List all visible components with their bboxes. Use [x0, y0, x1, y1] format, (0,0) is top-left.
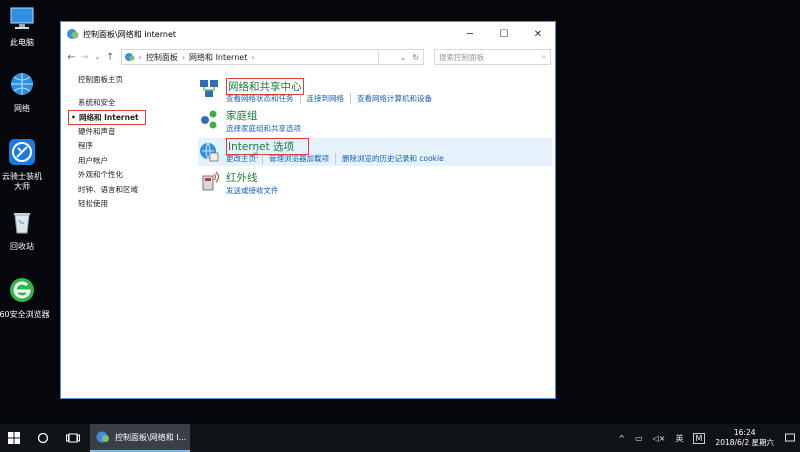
search-placeholder: 搜索控制面板 — [439, 52, 485, 62]
cortana-search-button[interactable] — [28, 424, 58, 452]
desktop-icon-label: 网络 — [14, 104, 30, 113]
clock[interactable]: 16:24 2018/6/2 星期六 — [709, 428, 780, 448]
task-view-button[interactable] — [58, 424, 88, 452]
maximize-button[interactable]: ☐ — [487, 22, 521, 46]
category-links: 选择家庭组和共享选项 — [226, 123, 313, 134]
infrared-icon — [202, 171, 219, 191]
desktop-icon-label: 360安全浏览器 — [0, 310, 50, 319]
address-bar[interactable]: › 控制面板 › 网络和 Internet › — [120, 49, 380, 65]
minimize-button[interactable]: ─ — [453, 22, 487, 46]
search-input[interactable]: 搜索控制面板 ⌕ — [434, 49, 551, 65]
link-view-network-computers[interactable]: 查看网络计算机和设备 — [357, 93, 438, 104]
close-button[interactable]: ✕ — [521, 22, 555, 46]
breadcrumb-network-internet[interactable]: 网络和 Internet — [189, 52, 247, 63]
breadcrumb-separator-icon: › — [251, 52, 255, 62]
sidebar-item-user-accounts[interactable]: 用户帐户 — [78, 154, 188, 169]
yunqishi-icon — [9, 139, 35, 165]
taskbar: 控制面板\网络和 I... ^ ▭ ◁× 英 M 16:24 2018/6/2 … — [0, 424, 800, 452]
window-title: 控制面板\网络和 Internet — [83, 29, 177, 39]
this-pc-icon — [10, 7, 34, 29]
sidebar-item-programs[interactable]: 程序 — [78, 139, 188, 154]
address-dropdown-chevron-icon[interactable]: ⌄ — [400, 53, 407, 62]
recycle-bin-icon — [14, 213, 30, 234]
link-manage-addons[interactable]: 管理浏览器加载项 — [269, 153, 336, 164]
category-links: 查看网络状态和任务 连接到网络 查看网络计算机和设备 — [226, 93, 444, 104]
link-connect-to-network[interactable]: 连接到网络 — [307, 93, 351, 104]
clock-date: 2018/6/2 星期六 — [715, 438, 774, 447]
category-links: 更改主页 管理浏览器加载项 删除浏览的历史记录和 cookie — [226, 153, 456, 164]
show-hidden-icons-chevron-icon[interactable]: ^ — [613, 434, 630, 443]
ime-language[interactable]: 英 — [671, 433, 689, 444]
back-arrow-icon[interactable]: ← — [65, 52, 78, 63]
windows-logo-icon — [8, 432, 20, 444]
breadcrumb-separator-icon: › — [181, 52, 186, 62]
sidebar-item-ease-of-access[interactable]: 轻松使用 — [78, 197, 188, 212]
volume-icon[interactable]: ◁× — [648, 434, 671, 443]
desktop-icon-recycle-bin[interactable]: 回收站 — [0, 208, 50, 252]
system-tray: ^ ▭ ◁× 英 M 16:24 2018/6/2 星期六 — [613, 424, 800, 452]
up-arrow-icon[interactable]: ↑ — [104, 52, 117, 63]
taskbar-app-control-panel[interactable]: 控制面板\网络和 I... — [90, 424, 190, 452]
sidebar-item-appearance[interactable]: 外观和个性化 — [78, 168, 188, 183]
ime-mode[interactable]: M — [692, 432, 706, 444]
category-homegroup: 家庭组 选择家庭组和共享选项 — [198, 108, 552, 136]
sidebar-item-clock-language[interactable]: 时钟、语言和区域 — [78, 183, 188, 198]
sidebar-home-link[interactable]: 控制面板主页 — [78, 73, 188, 88]
breadcrumb-control-panel[interactable]: 控制面板 — [146, 52, 178, 63]
desktop-icon-label: 云骑士装机大师 — [2, 172, 42, 191]
hand-cursor-icon: ☝ — [252, 148, 259, 161]
navigation-bar: ← → ⌄ ↑ › 控制面板 › 网络和 Internet › ⌄ ↻ 搜索控制… — [61, 46, 555, 68]
title-bar[interactable]: 控制面板\网络和 Internet ─ ☐ ✕ — [61, 22, 555, 46]
category-internet-options: Internet 选项 更改主页 管理浏览器加载项 删除浏览的历史记录和 coo… — [198, 138, 552, 166]
taskbar-app-label: 控制面板\网络和 I... — [115, 432, 187, 442]
desktop-icon-yunqishi[interactable]: 云骑士装机大师 — [0, 138, 50, 192]
category-infrared: 红外线 发送或接收文件 — [198, 170, 552, 198]
category-title[interactable]: 家庭组 — [226, 108, 258, 123]
task-view-icon — [66, 433, 80, 443]
desktop-icon-network[interactable]: 网络 — [0, 70, 50, 114]
sidebar-item-system-security[interactable]: 系统和安全 — [78, 96, 188, 111]
address-control-panel-icon — [124, 53, 135, 61]
clock-time: 16:24 — [733, 428, 756, 437]
notification-icon — [785, 433, 795, 442]
link-view-network-status[interactable]: 查看网络状态和任务 — [226, 93, 301, 104]
sidebar: 控制面板主页 系统和安全 网络和 Internet 硬件和声音 程序 用户帐户 … — [68, 73, 188, 212]
sidebar-item-network-internet[interactable]: 网络和 Internet — [68, 110, 146, 125]
control-panel-icon — [96, 431, 109, 443]
notification-center-icon[interactable] — [780, 424, 800, 452]
homegroup-icon — [201, 110, 217, 129]
control-panel-window: 控制面板\网络和 Internet ─ ☐ ✕ ← → ⌄ ↑ › 控制面板 ›… — [60, 21, 556, 399]
recent-locations-chevron-icon[interactable]: ⌄ — [91, 53, 104, 61]
desktop-icon-this-pc[interactable]: 此电脑 — [0, 4, 50, 48]
360-browser-icon — [10, 278, 34, 302]
search-icon[interactable]: ⌕ — [542, 52, 546, 62]
category-title[interactable]: 红外线 — [226, 170, 258, 185]
sidebar-item-hardware-sound[interactable]: 硬件和声音 — [78, 125, 188, 140]
category-links: 发送或接收文件 — [226, 185, 291, 196]
cortana-circle-icon — [37, 432, 49, 444]
link-send-receive-files[interactable]: 发送或接收文件 — [226, 185, 285, 196]
category-network-sharing: 网络和共享中心 查看网络状态和任务 连接到网络 查看网络计算机和设备 — [198, 78, 552, 106]
desktop-icon-label: 回收站 — [10, 242, 34, 251]
network-status-icon[interactable]: ▭ — [630, 434, 648, 443]
refresh-icon[interactable]: ↻ — [412, 53, 419, 62]
link-homegroup-options[interactable]: 选择家庭组和共享选项 — [226, 123, 307, 134]
forward-arrow-icon[interactable]: → — [78, 52, 91, 63]
desktop-icon-360-browser[interactable]: 360安全浏览器 — [0, 276, 50, 320]
network-sharing-icon — [200, 80, 218, 97]
address-bar-controls: ⌄ ↻ — [379, 49, 425, 65]
desktop-icon-label: 此电脑 — [10, 38, 34, 47]
link-delete-history[interactable]: 删除浏览的历史记录和 cookie — [342, 153, 450, 164]
control-panel-icon — [67, 29, 79, 39]
network-icon — [11, 73, 33, 95]
internet-options-icon — [200, 142, 219, 162]
start-button[interactable] — [0, 424, 28, 452]
breadcrumb-separator-icon: › — [138, 52, 142, 62]
